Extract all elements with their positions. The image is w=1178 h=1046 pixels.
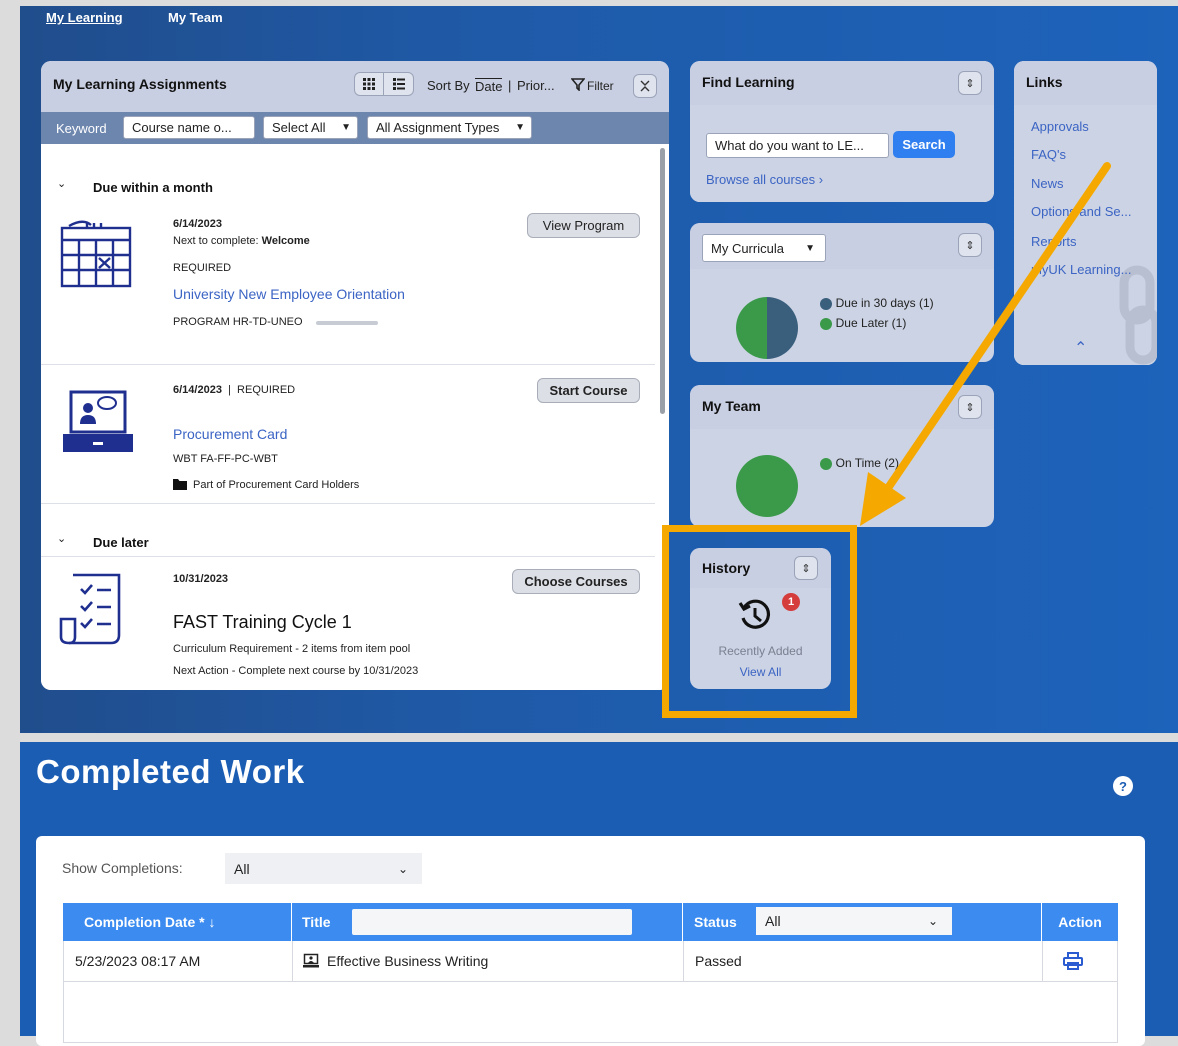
row-title[interactable]: Effective Business Writing — [303, 941, 488, 981]
table-body — [63, 941, 1118, 1043]
print-icon[interactable] — [1063, 941, 1083, 981]
help-icon[interactable]: ? — [1113, 776, 1133, 796]
annotation-arrow — [860, 162, 1111, 526]
completed-work-panel: Completed Work ? Show Completions: All ⌄ … — [20, 742, 1178, 1046]
row-completion-date: 5/23/2023 08:17 AM — [75, 953, 201, 969]
online-course-icon — [303, 953, 319, 969]
completed-work-card: Show Completions: All ⌄ Completion Date *… — [36, 836, 1145, 1046]
show-completions-label: Show Completions: — [62, 860, 183, 876]
learning-home-panel: My Learning My Team My Learning Assignme… — [20, 6, 1178, 733]
completed-work-title: Completed Work — [36, 753, 305, 790]
show-completions-dropdown[interactable]: All ⌄ — [225, 853, 422, 884]
col-completion-date[interactable]: Completion Date * ↓ — [63, 903, 292, 941]
sort-down-icon: ↓ — [208, 914, 216, 930]
status-filter-dropdown[interactable]: All ⌄ — [756, 907, 952, 935]
row-status: Passed — [695, 953, 742, 969]
col-action: Action — [1058, 914, 1102, 930]
completions-table: Completion Date * ↓ Title Status All ⌄ Ac… — [63, 903, 1118, 1043]
title-filter-input[interactable] — [352, 909, 632, 935]
